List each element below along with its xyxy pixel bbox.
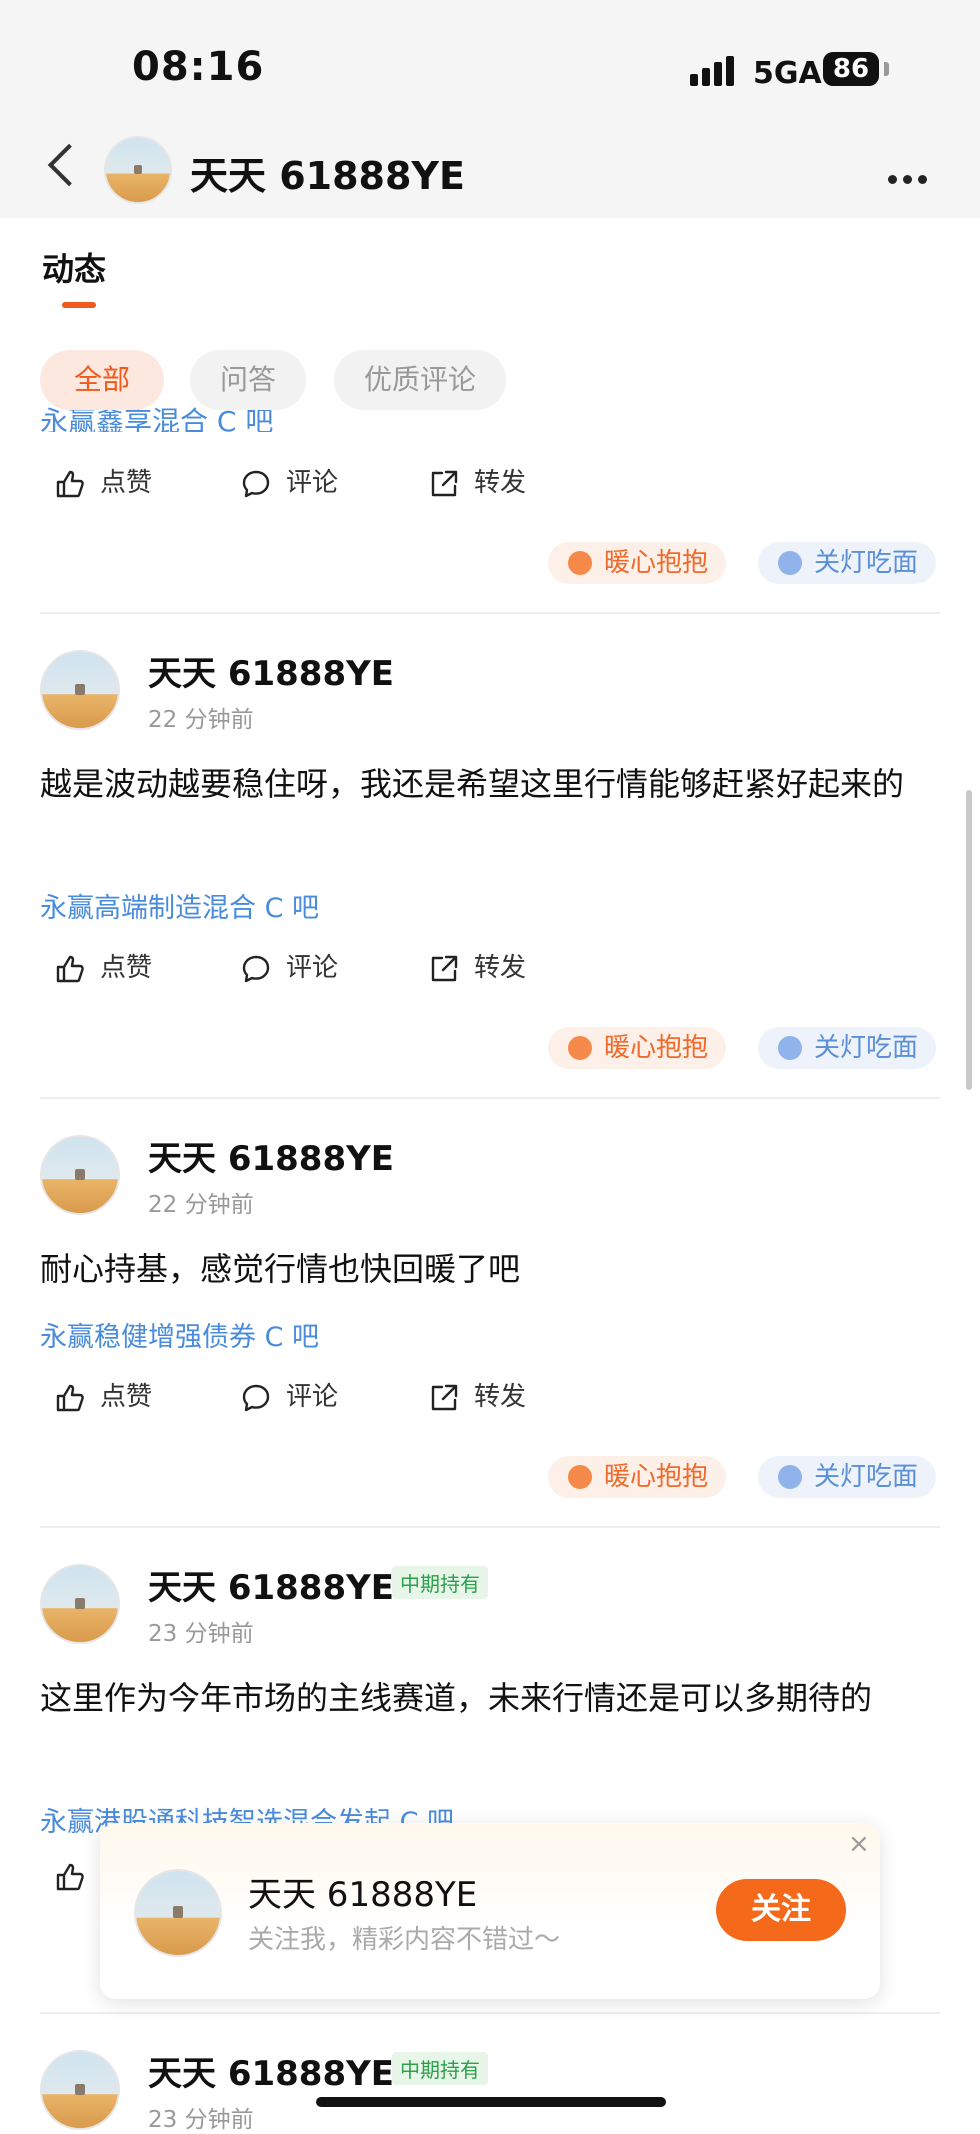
author-avatar[interactable] xyxy=(40,650,120,730)
post-time: 22 分钟前 xyxy=(148,1192,254,1218)
scrollbar[interactable] xyxy=(966,790,972,1090)
tab-dynamics[interactable]: 动态 xyxy=(42,244,106,290)
like-button[interactable] xyxy=(54,1861,100,1893)
like-label: 点赞 xyxy=(100,953,153,983)
status-time: 08:16 xyxy=(132,44,265,90)
comment-button[interactable]: 评论 xyxy=(240,947,338,985)
noodle-bowl-icon xyxy=(778,551,802,575)
filter-qa[interactable]: 问答 xyxy=(190,350,306,410)
author-name[interactable]: 天天 61888YE xyxy=(148,1560,394,1609)
share-label: 转发 xyxy=(474,1382,527,1412)
page-title: 天天 61888YE xyxy=(190,154,465,198)
close-icon[interactable]: × xyxy=(848,1829,870,1859)
share-icon xyxy=(428,1382,460,1414)
thumbs-up-icon xyxy=(54,468,86,500)
sticker-noodles[interactable]: 关灯吃面 xyxy=(758,1027,937,1069)
sticker-warm-hug[interactable]: 暖心抱抱 xyxy=(548,1027,727,1069)
comment-icon xyxy=(240,1382,272,1414)
noodle-bowl-icon xyxy=(778,1465,802,1489)
post-content: 这里作为今年市场的主线赛道，未来行情还是可以多期待的 xyxy=(40,1679,873,1717)
post-divider xyxy=(40,2012,940,2014)
popup-subtitle: 关注我，精彩内容不错过～ xyxy=(248,1925,561,1955)
share-button[interactable]: 转发 xyxy=(428,1376,526,1414)
battery-nub xyxy=(884,62,889,76)
author-name[interactable]: 天天 61888YE xyxy=(148,1131,394,1180)
tab-indicator xyxy=(62,302,96,308)
popup-avatar[interactable] xyxy=(134,1869,222,1957)
post-divider xyxy=(40,1526,940,1528)
comment-icon xyxy=(240,468,272,500)
like-label: 点赞 xyxy=(100,468,153,498)
sticker-warm-label: 暖心抱抱 xyxy=(604,1033,709,1063)
comment-label: 评论 xyxy=(286,1382,339,1412)
author-avatar[interactable] xyxy=(40,2050,120,2130)
comment-button[interactable]: 评论 xyxy=(240,462,338,500)
hug-icon xyxy=(568,1036,592,1060)
holding-badge: 中期持有 xyxy=(392,1566,488,1599)
like-button[interactable]: 点赞 xyxy=(54,947,152,985)
signal-icon xyxy=(690,56,738,86)
filter-all[interactable]: 全部 xyxy=(40,350,164,410)
post-divider xyxy=(40,1097,940,1099)
comment-label: 评论 xyxy=(286,468,339,498)
share-label: 转发 xyxy=(474,953,527,983)
author-name[interactable]: 天天 61888YE xyxy=(148,2046,394,2095)
sticker-cool-label: 关灯吃面 xyxy=(814,548,919,578)
thumbs-up-icon xyxy=(54,1382,86,1414)
comment-button[interactable]: 评论 xyxy=(240,1376,338,1414)
share-label: 转发 xyxy=(474,468,527,498)
sticker-noodles[interactable]: 关灯吃面 xyxy=(758,1456,937,1498)
post-content: 耐心持基，感觉行情也快回暖了吧 xyxy=(40,1250,521,1288)
sticker-warm-hug[interactable]: 暖心抱抱 xyxy=(548,542,727,584)
popup-name: 天天 61888YE xyxy=(248,1875,478,1915)
noodle-bowl-icon xyxy=(778,1036,802,1060)
home-indicator xyxy=(316,2097,666,2107)
author-avatar[interactable] xyxy=(40,1135,120,1215)
follow-button[interactable]: 关注 xyxy=(716,1879,846,1941)
sticker-warm-label: 暖心抱抱 xyxy=(604,548,709,578)
battery-icon: 86 xyxy=(823,52,879,86)
author-name[interactable]: 天天 61888YE xyxy=(148,646,394,695)
share-icon xyxy=(428,468,460,500)
thumbs-up-icon xyxy=(54,1861,86,1893)
sticker-noodles[interactable]: 关灯吃面 xyxy=(758,542,937,584)
header-avatar[interactable] xyxy=(104,136,172,204)
hug-icon xyxy=(568,551,592,575)
post-topic[interactable]: 永赢稳健增强债券 C 吧 xyxy=(40,1315,319,1354)
post-time: 22 分钟前 xyxy=(148,707,254,733)
thumbs-up-icon xyxy=(54,953,86,985)
share-button[interactable]: 转发 xyxy=(428,947,526,985)
post-content: 越是波动越要稳住呀，我还是希望这里行情能够赶紧好起来的 xyxy=(40,765,905,803)
sticker-warm-hug[interactable]: 暖心抱抱 xyxy=(548,1456,727,1498)
sticker-warm-label: 暖心抱抱 xyxy=(604,1462,709,1492)
post-topic[interactable]: 永赢高端制造混合 C 吧 xyxy=(40,886,319,925)
sticker-cool-label: 关灯吃面 xyxy=(814,1033,919,1063)
author-avatar[interactable] xyxy=(40,1564,120,1644)
like-button[interactable]: 点赞 xyxy=(54,1376,152,1414)
sticker-cool-label: 关灯吃面 xyxy=(814,1462,919,1492)
more-options-icon[interactable] xyxy=(888,169,933,188)
post-divider xyxy=(40,612,940,614)
like-button[interactable]: 点赞 xyxy=(54,462,152,500)
hug-icon xyxy=(568,1465,592,1489)
like-label: 点赞 xyxy=(100,1382,153,1412)
network-type: 5GA xyxy=(753,56,822,91)
follow-popup: 天天 61888YE 关注我，精彩内容不错过～ 关注 × xyxy=(100,1823,880,1999)
holding-badge: 中期持有 xyxy=(392,2052,488,2085)
comment-label: 评论 xyxy=(286,953,339,983)
comment-icon xyxy=(240,953,272,985)
share-button[interactable]: 转发 xyxy=(428,462,526,500)
share-icon xyxy=(428,953,460,985)
post-time: 23 分钟前 xyxy=(148,1621,254,1647)
filter-quality-comments[interactable]: 优质评论 xyxy=(334,350,506,410)
